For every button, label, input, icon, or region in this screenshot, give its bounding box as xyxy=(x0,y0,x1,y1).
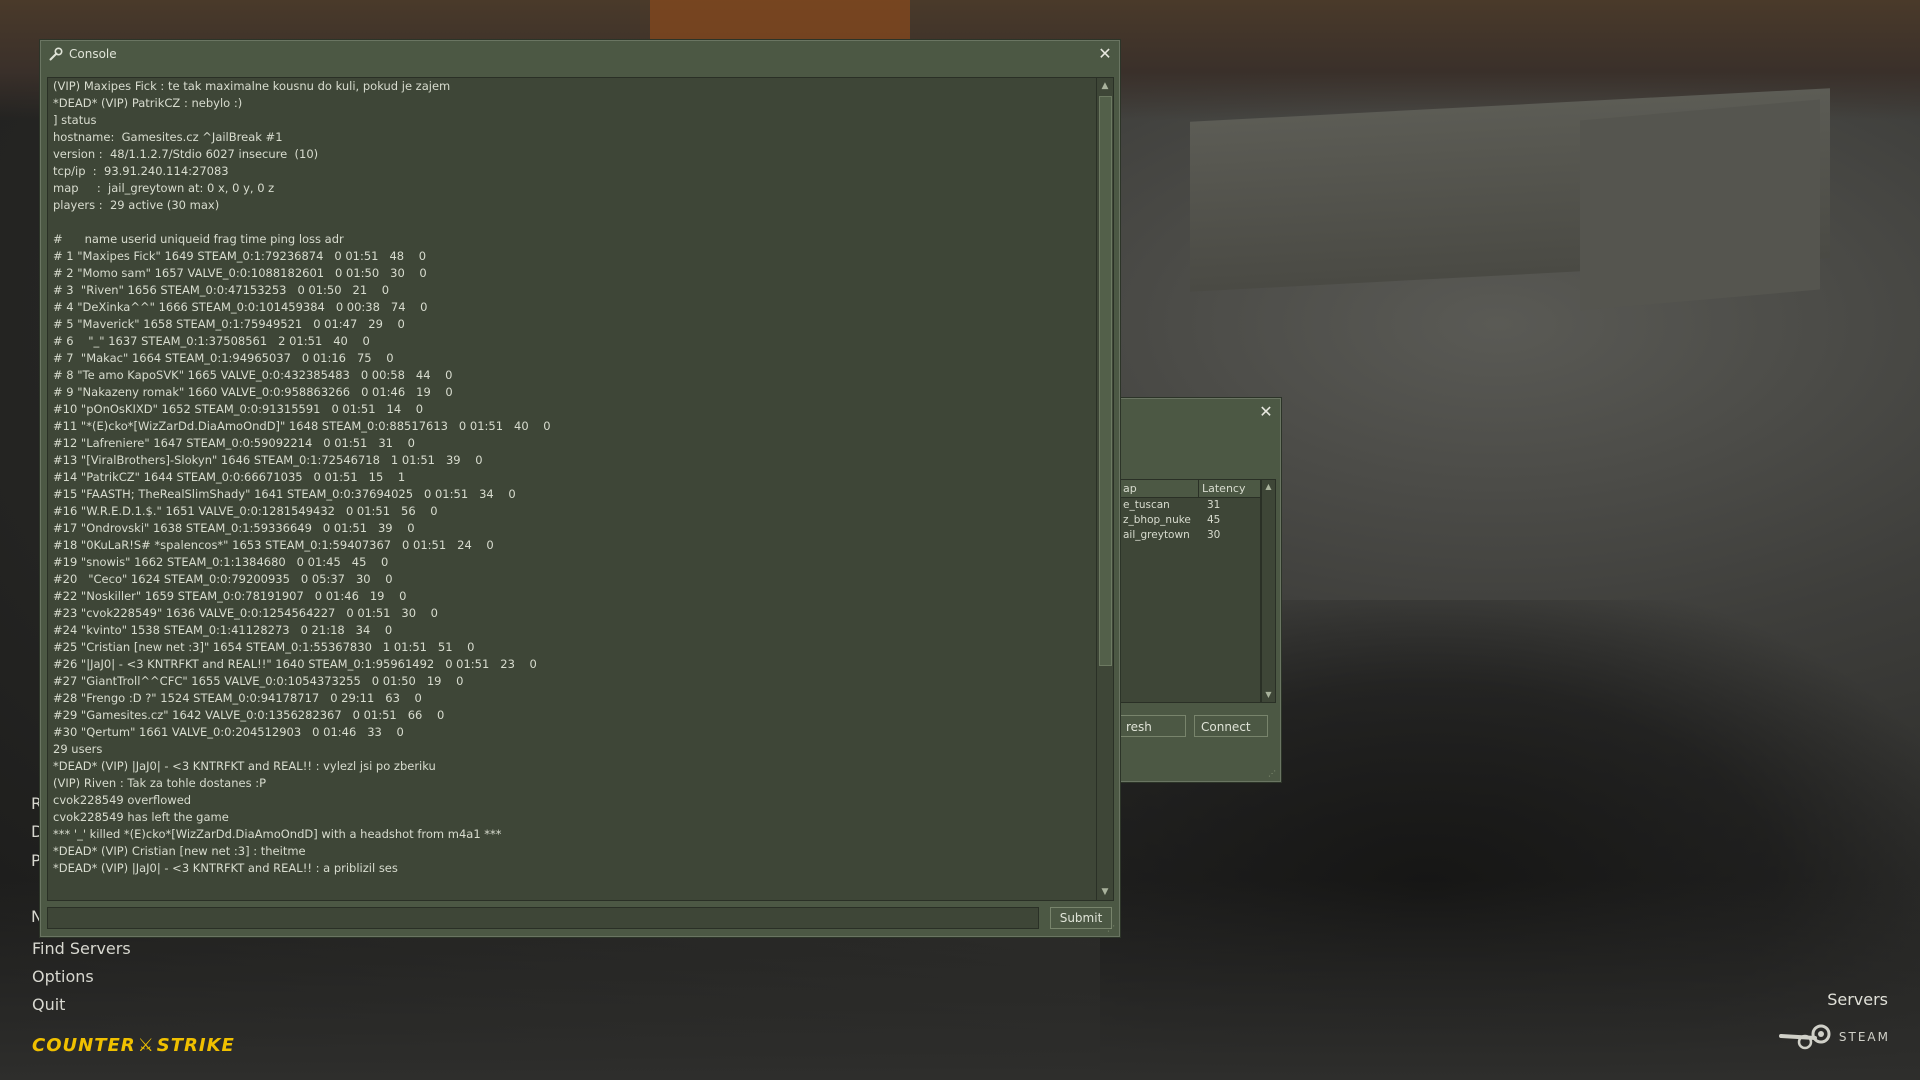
menu-item-find-servers[interactable]: Find Servers xyxy=(32,935,131,963)
console-line: (VIP) Riven : Tak za tohle dostanes :P xyxy=(53,776,267,790)
server-row[interactable]: e_tuscan 31 xyxy=(1120,498,1260,513)
server-latency: 30 xyxy=(1207,529,1221,541)
console-output[interactable]: (VIP) Maxipes Fick : te tak maximalne ko… xyxy=(47,77,1097,901)
console-line: *DEAD* (VIP) PatrikCZ : nebylo :) xyxy=(53,96,243,110)
resize-grip-icon[interactable]: ⋰ xyxy=(1107,924,1115,933)
column-header-map[interactable]: ap xyxy=(1120,480,1198,497)
console-line: #13 "[ViralBrothers]-Slokyn" 1646 STEAM_… xyxy=(53,453,483,467)
console-line: #14 "PatrikCZ" 1644 STEAM_0:0:66671035 0… xyxy=(53,470,406,484)
connect-button[interactable]: Connect xyxy=(1194,715,1268,737)
console-line: players : 29 active (30 max) xyxy=(53,198,220,212)
column-header-latency[interactable]: Latency xyxy=(1198,480,1260,497)
console-line: #22 "Noskiller" 1659 STEAM_0:0:78191907 … xyxy=(53,589,407,603)
console-line: *DEAD* (VIP) |JaJ0| - <3 KNTRFKT and REA… xyxy=(53,861,398,875)
steam-label: STEAM xyxy=(1838,1030,1890,1044)
console-line: #26 "|JaJ0| - <3 KNTRFKT and REAL!!" 164… xyxy=(53,657,537,671)
server-map: e_tuscan xyxy=(1123,499,1170,511)
console-title: Console xyxy=(69,47,117,61)
console-titlebar[interactable]: Console xyxy=(41,41,1119,67)
scrollbar-track[interactable] xyxy=(1099,96,1112,882)
console-line: # 3 "Riven" 1656 STEAM_0:0:47153253 0 01… xyxy=(53,283,390,297)
console-line: # 1 "Maxipes Fick" 1649 STEAM_0:1:792368… xyxy=(53,249,427,263)
console-line: # 4 "DeXinka^^" 1666 STEAM_0:0:101459384… xyxy=(53,300,428,314)
console-line: cvok228549 has left the game xyxy=(53,810,229,824)
steam-logo: STEAM xyxy=(1777,1024,1890,1050)
console-line: # 2 "Momo sam" 1657 VALVE_0:0:1088182601… xyxy=(53,266,427,280)
console-line: #20 "Ceco" 1624 STEAM_0:0:79200935 0 05:… xyxy=(53,572,393,586)
refresh-button[interactable]: resh xyxy=(1120,715,1186,737)
console-window: Console ✕ (VIP) Maxipes Fick : te tak ma… xyxy=(40,40,1120,937)
console-line: # 9 "Nakazeny romak" 1660 VALVE_0:0:9588… xyxy=(53,385,453,399)
console-line: #18 "0KuLaR!S# *spalencos*" 1653 STEAM_0… xyxy=(53,538,494,552)
submit-button[interactable]: Submit xyxy=(1050,907,1112,929)
console-line: # 6 "_" 1637 STEAM_0:1:37508561 2 01:51 … xyxy=(53,334,370,348)
server-browser-window: ✕ ap Latency e_tuscan 31 z_bhop_nuke 45 … xyxy=(1120,398,1281,782)
console-line: 29 users xyxy=(53,742,103,756)
main-menu: Find Servers Options Quit xyxy=(32,935,131,1019)
console-line: #23 "cvok228549" 1636 VALVE_0:0:12545642… xyxy=(53,606,438,620)
console-line: *DEAD* (VIP) |JaJ0| - <3 KNTRFKT and REA… xyxy=(53,759,436,773)
menu-item-options[interactable]: Options xyxy=(32,963,131,991)
server-map: z_bhop_nuke xyxy=(1123,514,1191,526)
console-scrollbar[interactable]: ▲ ▼ xyxy=(1096,77,1114,901)
console-line: #24 "kvinto" 1538 STEAM_0:1:41128273 0 2… xyxy=(53,623,393,637)
arrow-down-icon[interactable]: ▼ xyxy=(1097,884,1113,900)
console-line: #28 "Frengo :D ?" 1524 STEAM_0:0:9417871… xyxy=(53,691,422,705)
console-line: # 7 "Makac" 1664 STEAM_0:1:94965037 0 01… xyxy=(53,351,394,365)
arrow-down-icon[interactable]: ▼ xyxy=(1262,688,1275,702)
scrollbar-thumb[interactable] xyxy=(1099,96,1112,666)
background-wall-right xyxy=(1580,99,1820,311)
console-line: *DEAD* (VIP) Cristian [new net :3] : the… xyxy=(53,844,306,858)
servers-label[interactable]: Servers xyxy=(1827,990,1888,1009)
console-line: *** '_' killed *(E)cko*[WizZarDd.DiaAmoO… xyxy=(53,827,502,841)
console-line: (VIP) Maxipes Fick : te tak maximalne ko… xyxy=(53,79,451,93)
console-line: #29 "Gamesites.cz" 1642 VALVE_0:0:135628… xyxy=(53,708,445,722)
console-line: cvok228549 overflowed xyxy=(53,793,192,807)
console-line: # name userid uniqueid frag time ping lo… xyxy=(53,232,344,246)
console-line: map : jail_greytown at: 0 x, 0 y, 0 z xyxy=(53,181,275,195)
counter-strike-logo: COUNTER ⚔ STRIKE xyxy=(32,1035,235,1056)
server-list-header: ap Latency xyxy=(1120,480,1260,498)
server-row[interactable]: z_bhop_nuke 45 xyxy=(1120,513,1260,528)
console-line: # 5 "Maverick" 1658 STEAM_0:1:75949521 0… xyxy=(53,317,405,331)
server-list-scrollbar[interactable]: ▲ ▼ xyxy=(1261,479,1276,703)
server-map: ail_greytown xyxy=(1123,529,1190,541)
console-line: #17 "Ondrovski" 1638 STEAM_0:1:59336649 … xyxy=(53,521,415,535)
steam-icon xyxy=(1778,1024,1831,1050)
steam-icon xyxy=(49,47,63,61)
close-icon[interactable]: ✕ xyxy=(1097,46,1113,62)
server-latency: 45 xyxy=(1207,514,1221,526)
console-line: #12 "Lafreniere" 1647 STEAM_0:0:59092214… xyxy=(53,436,415,450)
console-line: #30 "Qertum" 1661 VALVE_0:0:204512903 0 … xyxy=(53,725,404,739)
logo-text-left: COUNTER xyxy=(32,1035,136,1056)
menu-item-quit[interactable]: Quit xyxy=(32,991,131,1019)
logo-text-right: STRIKE xyxy=(156,1035,235,1056)
console-line: #11 "*(E)cko*[WizZarDd.DiaAmoOndD]" 1648… xyxy=(53,419,551,433)
console-line: #16 "W.R.E.D.1.$." 1651 VALVE_0:0:128154… xyxy=(53,504,438,518)
console-line: #10 "pOnOsKIXD" 1652 STEAM_0:0:91315591 … xyxy=(53,402,424,416)
server-row[interactable]: ail_greytown 30 xyxy=(1120,528,1260,543)
console-line: #25 "Cristian [new net :3]" 1654 STEAM_0… xyxy=(53,640,475,654)
console-command-input[interactable] xyxy=(47,907,1039,929)
console-line: # 8 "Te amo KapoSVK" 1665 VALVE_0:0:4323… xyxy=(53,368,453,382)
server-latency: 31 xyxy=(1207,499,1221,511)
resize-grip-icon[interactable]: ⋰ xyxy=(1268,769,1276,778)
console-line: tcp/ip : 93.91.240.114:27083 xyxy=(53,164,229,178)
console-line: version : 48/1.1.2.7/Stdio 6027 insecure… xyxy=(53,147,319,161)
console-line: ] status xyxy=(53,113,97,127)
close-icon[interactable]: ✕ xyxy=(1258,404,1274,420)
console-line: #19 "snowis" 1662 STEAM_0:1:1384680 0 01… xyxy=(53,555,389,569)
server-list: ap Latency e_tuscan 31 z_bhop_nuke 45 ai… xyxy=(1120,479,1261,703)
console-line: #15 "FAASTH; TheRealSlimShady" 1641 STEA… xyxy=(53,487,516,501)
arrow-up-icon[interactable]: ▲ xyxy=(1262,480,1275,494)
console-line: #27 "GiantTroll^^CFC" 1655 VALVE_0:0:105… xyxy=(53,674,464,688)
arrow-up-icon[interactable]: ▲ xyxy=(1097,78,1113,94)
logo-figure-icon: ⚔ xyxy=(137,1035,155,1056)
console-line: hostname: Gamesites.cz ^JailBreak #1 xyxy=(53,130,283,144)
